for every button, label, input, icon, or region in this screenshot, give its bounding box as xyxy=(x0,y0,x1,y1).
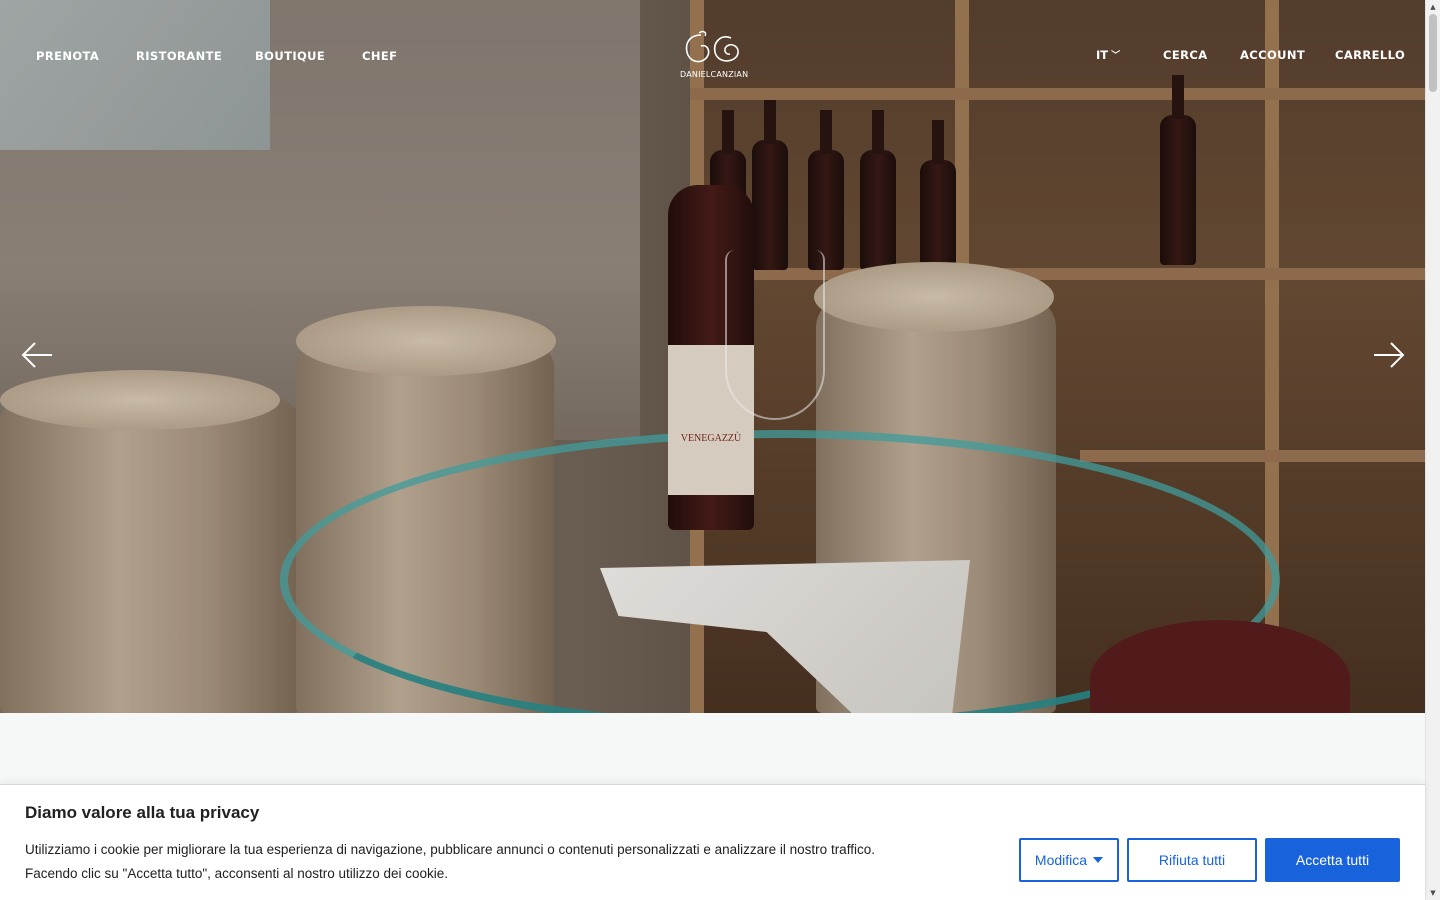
chevron-down-icon: ﹀ xyxy=(1111,51,1121,61)
nav-link-carrello[interactable]: CARRELLO xyxy=(1335,48,1405,62)
reject-all-button[interactable]: Rifiuta tutti xyxy=(1127,838,1257,882)
accept-all-button[interactable]: Accetta tutti xyxy=(1265,838,1400,882)
cookie-text-line: Facendo clic su "Accetta tutto", acconse… xyxy=(25,866,449,881)
cookie-banner-title: Diamo valore alla tua privacy xyxy=(25,803,260,822)
cookie-text-line: Utilizziamo i cookie per migliorare la t… xyxy=(25,842,875,857)
nav-link-ristorante[interactable]: RISTORANTE xyxy=(136,49,222,63)
nav-link-boutique[interactable]: BOUTIQUE xyxy=(255,49,325,63)
page-scrollbar[interactable]: ▲ ▼ xyxy=(1425,0,1440,900)
caret-down-icon xyxy=(1093,857,1104,863)
nav-link-cerca[interactable]: CERCA xyxy=(1163,48,1208,62)
cookie-banner-text: Utilizziamo i cookie per migliorare la t… xyxy=(25,838,985,886)
nav-link-prenota[interactable]: PRENOTA xyxy=(36,49,99,63)
scrollbar-thumb[interactable] xyxy=(1429,14,1437,92)
scroll-down-icon[interactable]: ▼ xyxy=(1428,888,1438,898)
nav-link-account[interactable]: ACCOUNT xyxy=(1240,48,1305,62)
slider-prev-arrow-icon[interactable] xyxy=(20,340,54,370)
nav-link-chef[interactable]: CHEF xyxy=(362,49,397,63)
top-navigation: PRENOTA RISTORANTE BOUTIQUE CHEF DANIELC… xyxy=(0,0,1425,110)
language-label: IT xyxy=(1096,48,1109,62)
customize-button-label: Modifica xyxy=(1034,852,1088,868)
slider-next-arrow-icon[interactable] xyxy=(1372,340,1406,370)
cookie-consent-banner: Diamo valore alla tua privacy Utilizziam… xyxy=(0,784,1425,900)
scroll-up-icon[interactable]: ▲ xyxy=(1428,2,1438,12)
site-logo[interactable]: DANIELCANZIAN xyxy=(680,30,749,82)
language-selector[interactable]: IT ﹀ xyxy=(1096,48,1120,62)
logo-mark-icon xyxy=(685,30,739,63)
logo-text: DANIELCANZIAN xyxy=(680,70,749,79)
customize-cookies-button[interactable]: Modifica xyxy=(1019,838,1119,882)
